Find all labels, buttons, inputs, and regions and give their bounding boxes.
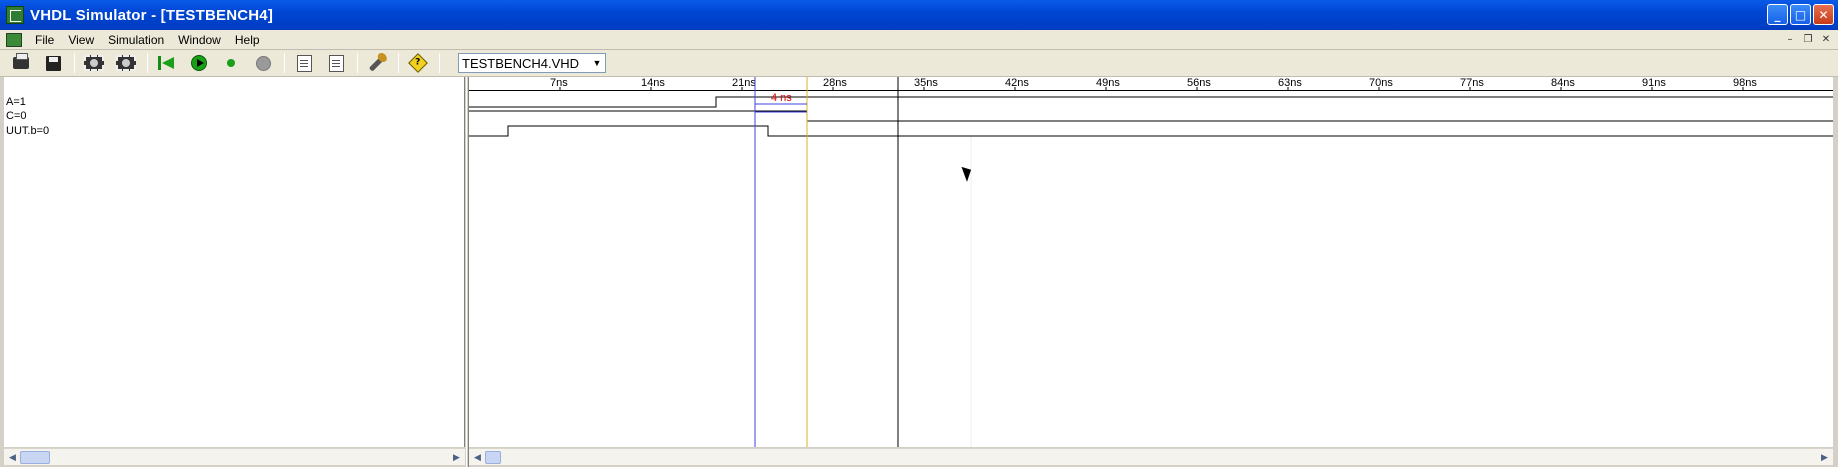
toolbar-separator: [398, 53, 399, 73]
toolbar-separator: [147, 53, 148, 73]
add-signal-button[interactable]: [293, 52, 315, 74]
step-button[interactable]: [220, 52, 242, 74]
waveform-c: [469, 110, 1833, 122]
scroll-left-icon[interactable]: ◀: [6, 451, 19, 464]
doc-close-button[interactable]: ✕: [1818, 32, 1834, 46]
menu-help[interactable]: Help: [228, 33, 267, 47]
settings-button[interactable]: [366, 52, 388, 74]
timeline-tick-label: 49ns: [1096, 77, 1120, 89]
scroll-right-icon[interactable]: ▶: [450, 451, 463, 464]
timeline-tick-label: 56ns: [1187, 77, 1211, 89]
timeline-tick-label: 91ns: [1642, 77, 1666, 89]
toolbar-separator: [439, 53, 440, 73]
doc-restore-button[interactable]: ❐: [1800, 32, 1816, 46]
restart-button[interactable]: [156, 52, 178, 74]
save-icon: [45, 55, 61, 71]
timeline-tick-label: 42ns: [1005, 77, 1029, 89]
timeline-tick-label: 63ns: [1278, 77, 1302, 89]
step-icon: [227, 59, 235, 67]
timeline-tick-label: 21ns: [732, 77, 756, 89]
maximize-icon: □: [1794, 7, 1807, 22]
timeline-tick-label: 98ns: [1733, 77, 1757, 89]
menu-simulation[interactable]: Simulation: [101, 33, 171, 47]
help-icon: ?: [408, 53, 428, 73]
waveform-canvas[interactable]: 7ns 14ns 21ns 28ns 35ns 42ns 49ns 56ns 63ns 70ns 7…: [469, 77, 1833, 447]
help-button[interactable]: ?: [407, 52, 429, 74]
waveform-uut-b: [469, 125, 1833, 137]
waveform-horizontal-scrollbar[interactable]: ◀ ▶: [469, 448, 1833, 465]
close-icon: ✕: [1821, 33, 1831, 45]
scroll-thumb[interactable]: [485, 451, 501, 464]
add-signal-icon: [296, 54, 312, 72]
run-icon: [191, 55, 207, 71]
chevron-down-icon[interactable]: ▼: [589, 54, 605, 72]
remove-signal-icon: [328, 54, 344, 72]
document-window-controls: – ❐ ✕: [1782, 32, 1834, 46]
restart-icon: [158, 56, 176, 70]
timeline-tick-label: 28ns: [823, 77, 847, 89]
close-button[interactable]: ✕: [1813, 4, 1834, 25]
window-title: VHDL Simulator - [TESTBENCH4]: [30, 6, 274, 24]
maximize-button[interactable]: □: [1790, 4, 1811, 25]
remove-signal-button[interactable]: [325, 52, 347, 74]
toolbar-separator: [284, 53, 285, 73]
stop-icon: [255, 55, 271, 71]
signal-name-uut-b[interactable]: UUT.b=0: [6, 125, 49, 137]
title-bar: VHDL Simulator - [TESTBENCH4] _ □ ✕: [0, 0, 1838, 30]
signal-name-c[interactable]: C=0: [6, 110, 27, 122]
scroll-left-icon[interactable]: ◀: [471, 451, 484, 464]
timeline-tick-label: 77ns: [1460, 77, 1484, 89]
timeline-tick-label: 84ns: [1551, 77, 1575, 89]
close-icon: ✕: [1818, 7, 1829, 22]
waveform-pane[interactable]: 7ns 14ns 21ns 28ns 35ns 42ns 49ns 56ns 63ns 70ns 7…: [469, 77, 1833, 447]
scroll-thumb[interactable]: [20, 451, 50, 464]
restore-icon: ❐: [1803, 33, 1813, 45]
minimize-icon: –: [1787, 33, 1793, 45]
printer-icon: [13, 53, 29, 69]
document-icon[interactable]: [6, 32, 22, 47]
signal-name-a[interactable]: A=1: [6, 96, 26, 108]
window-controls: _ □ ✕: [1767, 4, 1834, 25]
file-select-value: TESTBENCH4.VHD: [462, 55, 580, 71]
signal-names-pane[interactable]: A=1 C=0 UUT.b=0: [4, 77, 465, 447]
timeline-tick-label: 7ns: [550, 77, 568, 89]
zoom-out-button[interactable]: [115, 52, 137, 74]
app-icon[interactable]: [6, 6, 24, 24]
menu-view[interactable]: View: [61, 33, 101, 47]
save-button[interactable]: [42, 52, 64, 74]
zoom-in-icon: [84, 55, 104, 71]
scroll-right-icon[interactable]: ▶: [1818, 451, 1831, 464]
menu-window[interactable]: Window: [171, 33, 228, 47]
toolbar-separator: [357, 53, 358, 73]
doc-minimize-button[interactable]: –: [1782, 32, 1798, 46]
run-button[interactable]: [188, 52, 210, 74]
file-select[interactable]: TESTBENCH4.VHD ▼: [458, 53, 606, 73]
minimize-icon: _: [1774, 7, 1781, 22]
zoom-in-button[interactable]: [83, 52, 105, 74]
menu-bar: File View Simulation Window Help – ❐ ✕: [0, 30, 1838, 50]
stop-button[interactable]: [252, 52, 274, 74]
timeline-tick-label: 35ns: [914, 77, 938, 89]
timeline-tick-label: 70ns: [1369, 77, 1393, 89]
settings-icon: [368, 54, 386, 72]
waveform-a: [469, 96, 1833, 108]
menu-file[interactable]: File: [28, 33, 61, 47]
zoom-out-icon: [116, 55, 136, 71]
names-horizontal-scrollbar[interactable]: ◀ ▶: [4, 448, 465, 465]
delta-label: 4 ns: [771, 92, 792, 104]
toolbar-separator: [74, 53, 75, 73]
timeline-tick-label: 14ns: [641, 77, 665, 89]
toolbar: ? TESTBENCH4.VHD ▼: [0, 50, 1838, 77]
minimize-button[interactable]: _: [1767, 4, 1788, 25]
print-button[interactable]: [10, 52, 32, 74]
